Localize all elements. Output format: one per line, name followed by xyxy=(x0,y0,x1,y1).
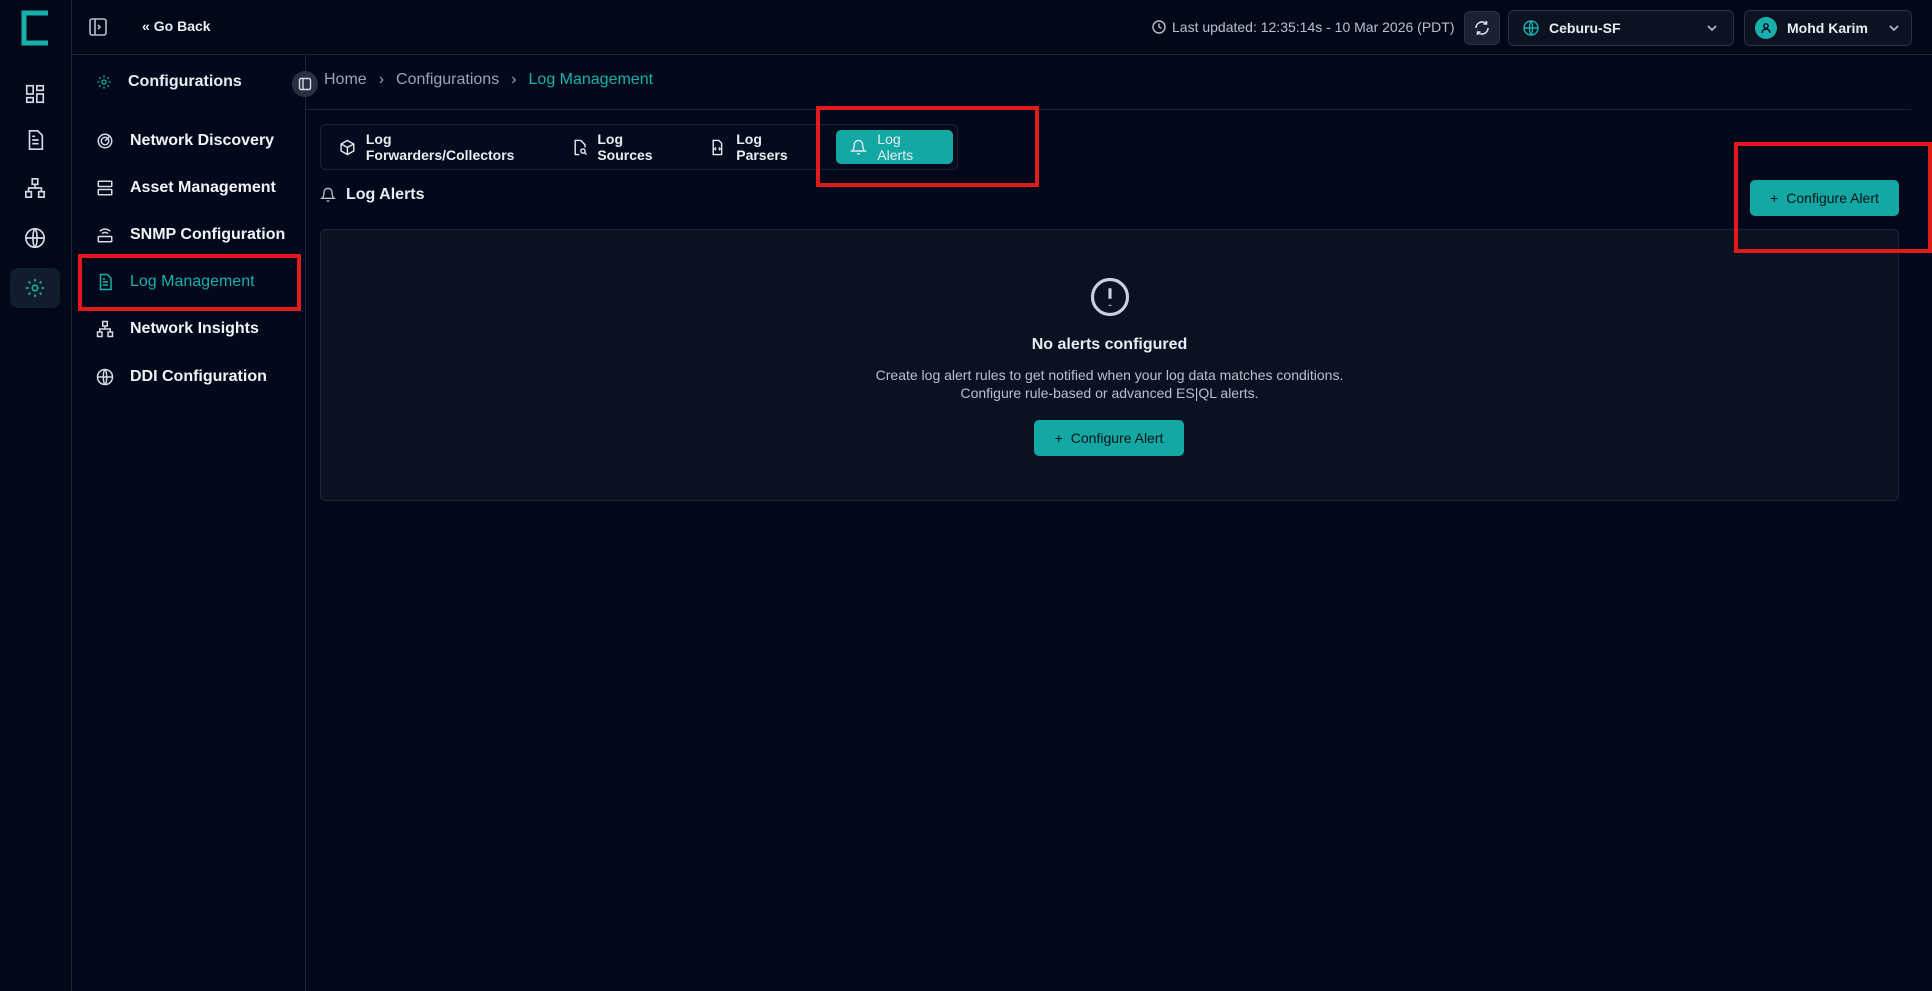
divider xyxy=(306,109,1911,110)
sidebar-item-ddi-configuration[interactable]: DDI Configuration xyxy=(82,357,292,397)
sidebar-item-label: SNMP Configuration xyxy=(130,226,286,243)
sidebar-item-label: Log Management xyxy=(130,273,255,290)
radar-icon xyxy=(97,133,113,149)
server-icon xyxy=(97,180,113,196)
user-avatar-icon xyxy=(1755,17,1777,39)
chevron-right-icon: › xyxy=(378,71,385,88)
sidebar-item-network-insights[interactable]: Network Insights xyxy=(82,309,292,349)
chevron-down-icon xyxy=(1889,25,1899,32)
user-menu[interactable]: Mohd Karim xyxy=(1744,10,1912,46)
refresh-button[interactable] xyxy=(1464,11,1500,45)
tab-log-sources[interactable]: Log Sources xyxy=(557,130,696,164)
sidebar-item-label: Network Discovery xyxy=(130,132,275,149)
globe-icon xyxy=(1523,20,1539,36)
empty-state-title: No alerts configured xyxy=(1031,336,1188,353)
chevron-down-icon xyxy=(1707,25,1717,32)
plus-icon: + xyxy=(1770,190,1779,206)
router-icon xyxy=(97,228,113,243)
network-icon[interactable] xyxy=(10,168,60,208)
configure-alert-button[interactable]: + Configure Alert xyxy=(1750,180,1899,216)
tab-label: Log Parsers xyxy=(736,131,788,163)
globe-icon xyxy=(96,368,114,386)
empty-state-card: No alerts configured Create log alert ru… xyxy=(320,229,1899,501)
last-updated-text: Last updated: 12:35:14s - 10 Mar 2026 (P… xyxy=(1172,19,1455,35)
configurations-sidebar: Configurations Network Discovery Asset M… xyxy=(72,55,306,991)
tab-label: Log Alerts xyxy=(877,131,914,163)
configure-alert-empty-button[interactable]: + Configure Alert xyxy=(1034,420,1184,456)
go-back-label: Go Back xyxy=(153,18,211,34)
settings-icon xyxy=(97,75,111,89)
clock-icon xyxy=(1152,20,1166,34)
sidebar-item-network-discovery[interactable]: Network Discovery xyxy=(82,121,292,161)
network-icon xyxy=(96,320,114,338)
settings-icon[interactable] xyxy=(10,268,60,308)
breadcrumb: Home › Configurations › Log Management xyxy=(324,71,653,89)
bell-icon xyxy=(320,187,336,202)
sidebar-item-label: Network Insights xyxy=(130,320,259,337)
sidebar-item-label: Asset Management xyxy=(130,179,276,196)
globe-icon[interactable] xyxy=(10,218,60,258)
tab-label: Log Sources xyxy=(597,131,653,163)
sidebar-item-log-management[interactable]: Log Management xyxy=(82,262,292,302)
last-updated: Last updated: 12:35:14s - 10 Mar 2026 (P… xyxy=(1152,19,1455,35)
tab-log-forwarders[interactable]: Log Forwarders/Collectors xyxy=(325,130,557,164)
go-back-link[interactable]: « Go Back xyxy=(142,18,211,34)
chevron-right-icon: › xyxy=(511,71,517,88)
section-title-text: Log Alerts xyxy=(346,186,425,203)
plus-icon: + xyxy=(1054,430,1063,446)
user-name: Mohd Karim xyxy=(1787,20,1868,36)
file-code-icon xyxy=(712,139,723,155)
file-text-icon xyxy=(99,273,112,291)
section-title: Log Alerts xyxy=(320,186,425,204)
tab-log-parsers[interactable]: Log Parsers xyxy=(695,130,830,164)
bell-icon xyxy=(850,139,868,155)
tab-label: Log Forwarders/Collectors xyxy=(365,131,515,163)
top-bar: « Go Back Last updated: 12:35:14s - 10 M… xyxy=(72,0,1932,55)
sidebar-title: Configurations xyxy=(96,73,242,91)
breadcrumb-home[interactable]: Home xyxy=(324,71,367,89)
sidebar-item-asset-management[interactable]: Asset Management xyxy=(82,168,292,208)
double-chevron-left-icon: « xyxy=(142,18,150,34)
empty-state-description: Create log alert rules to get notified w… xyxy=(321,366,1898,402)
box-icon xyxy=(340,139,355,155)
log-management-tabs: Log Forwarders/Collectors Log Sources Lo… xyxy=(320,124,958,170)
sidebar-toggle-icon[interactable] xyxy=(88,17,108,37)
configure-alert-label: Configure Alert xyxy=(1070,430,1164,446)
dashboard-icon[interactable] xyxy=(10,74,60,114)
document-icon[interactable] xyxy=(10,120,60,160)
app-rail xyxy=(0,0,72,991)
site-selector[interactable]: Ceburu-SF xyxy=(1508,10,1734,46)
file-search-icon xyxy=(574,139,587,155)
panel-left-icon xyxy=(298,77,312,91)
refresh-icon xyxy=(1475,21,1489,35)
sidebar-item-snmp-configuration[interactable]: SNMP Configuration xyxy=(82,215,292,255)
empty-state-line2: Configure rule-based or advanced ES|QL a… xyxy=(960,385,1259,401)
configure-alert-label: Configure Alert xyxy=(1786,190,1879,206)
tab-log-alerts[interactable]: Log Alerts xyxy=(836,130,953,164)
breadcrumb-current: Log Management xyxy=(528,71,654,88)
sidebar-title-text: Configurations xyxy=(128,73,242,90)
collapse-sidebar-button[interactable] xyxy=(292,71,318,97)
app-logo[interactable] xyxy=(18,10,52,46)
site-name: Ceburu-SF xyxy=(1549,20,1621,36)
breadcrumb-configurations[interactable]: Configurations xyxy=(396,71,499,89)
alert-circle-icon xyxy=(1090,277,1130,317)
empty-state-line1: Create log alert rules to get notified w… xyxy=(875,367,1344,383)
sidebar-item-label: DDI Configuration xyxy=(130,368,267,385)
